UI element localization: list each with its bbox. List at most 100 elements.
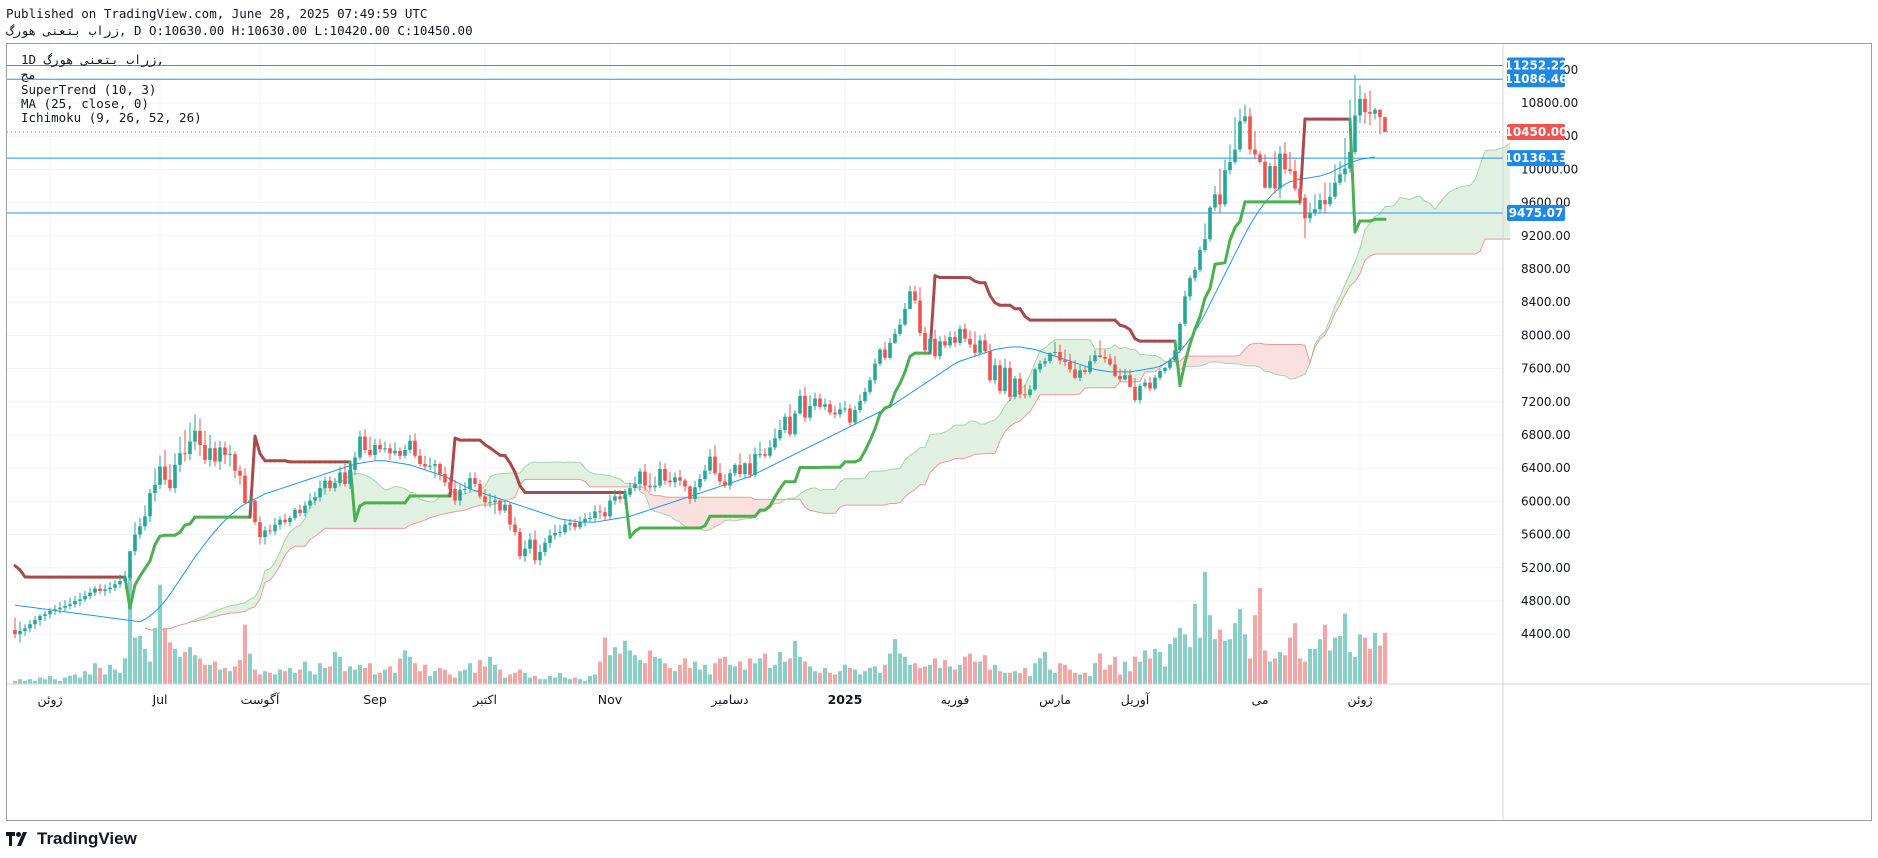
volume-bar bbox=[298, 669, 302, 684]
volume-bar bbox=[993, 664, 997, 684]
candle-body bbox=[923, 332, 927, 351]
candle-body bbox=[838, 409, 842, 415]
candle-body bbox=[143, 516, 147, 527]
candle-body bbox=[78, 599, 82, 601]
candle-body bbox=[858, 400, 862, 411]
candle-body bbox=[1163, 367, 1167, 372]
volume-bar bbox=[303, 661, 307, 684]
volume-bar bbox=[1273, 658, 1277, 684]
x-tick-label: اکتبر bbox=[472, 692, 497, 708]
tradingview-logo[interactable]: TradingView bbox=[6, 828, 137, 850]
cloud-segment bbox=[330, 481, 335, 529]
volume-bar bbox=[988, 669, 992, 684]
volume-bar bbox=[693, 661, 697, 684]
volume-bar bbox=[43, 679, 47, 684]
hline-badge-label: 11086.46 bbox=[1504, 72, 1567, 86]
volume-bar bbox=[103, 674, 107, 684]
cloud-segment bbox=[1285, 344, 1290, 379]
volume-bar bbox=[418, 671, 422, 684]
volume-bar bbox=[108, 664, 112, 684]
candle-body bbox=[98, 588, 102, 592]
volume-bar bbox=[488, 656, 492, 684]
cloud-segment bbox=[880, 470, 885, 506]
candle-body bbox=[728, 473, 732, 486]
candle-body bbox=[1368, 112, 1372, 114]
candle-body bbox=[958, 328, 962, 343]
volume-bar bbox=[1103, 669, 1107, 684]
candle-body bbox=[248, 500, 252, 504]
chart-frame[interactable]: 4400.00 4800.00 5200.00 5600.00 6000.00 6400.… bbox=[6, 43, 1872, 821]
candle-body bbox=[1373, 109, 1377, 114]
candle-body bbox=[388, 448, 392, 454]
volume-bar bbox=[753, 663, 757, 684]
supertrend-segment bbox=[893, 381, 902, 395]
y-tick-label: 6800.00 bbox=[1521, 428, 1571, 442]
candle-body bbox=[1383, 117, 1387, 133]
y-tick-label: 4800.00 bbox=[1521, 594, 1571, 608]
cloud-segment bbox=[1440, 196, 1445, 255]
volume-bar bbox=[1353, 656, 1357, 684]
candle-body bbox=[108, 587, 112, 590]
cloud-segment bbox=[1465, 185, 1470, 255]
candle-body bbox=[58, 607, 62, 610]
candle-body bbox=[1133, 386, 1137, 401]
volume-bar bbox=[538, 679, 542, 684]
volume-bar bbox=[1338, 636, 1342, 684]
candle-body bbox=[1188, 278, 1192, 297]
candle-body bbox=[963, 328, 967, 339]
legend-ichimoku[interactable]: Ichimoku (9, 26, 52, 26) bbox=[21, 110, 202, 125]
candle-body bbox=[598, 511, 602, 513]
candle-body bbox=[423, 464, 427, 467]
cloud-segment bbox=[720, 497, 725, 525]
volume-bar bbox=[978, 661, 982, 684]
candle-body bbox=[438, 464, 442, 475]
volume-bar bbox=[543, 679, 547, 684]
cloud-segment bbox=[940, 431, 945, 464]
candle-body bbox=[83, 596, 87, 600]
cloud-segment bbox=[380, 485, 385, 529]
cloud-segment bbox=[975, 421, 980, 455]
supertrend-segment bbox=[148, 543, 157, 563]
candle-body bbox=[293, 509, 297, 518]
cloud-segment bbox=[990, 419, 995, 454]
legend-ma[interactable]: MA (25, close, 0) bbox=[21, 96, 149, 111]
candle-body bbox=[413, 440, 417, 456]
candle-body bbox=[153, 484, 157, 494]
candle-body bbox=[238, 470, 242, 476]
candle-body bbox=[1238, 121, 1242, 150]
volume-bar bbox=[858, 674, 862, 684]
cloud-segment bbox=[360, 473, 365, 529]
volume-bar bbox=[548, 676, 552, 684]
volume-bar bbox=[28, 679, 32, 684]
candle-body bbox=[978, 340, 982, 353]
legend-supertrend[interactable]: SuperTrend (10, 3) bbox=[21, 82, 156, 97]
candle-body bbox=[18, 630, 22, 635]
candle-body bbox=[678, 477, 682, 481]
volume-bar bbox=[213, 661, 217, 684]
candle-body bbox=[453, 488, 457, 501]
x-tick-label: Sep bbox=[363, 692, 387, 707]
legend-symbol[interactable]: 1D زراب بتعنی هورگ, bbox=[21, 52, 164, 67]
volume-bar bbox=[1363, 637, 1367, 684]
candle-body bbox=[1008, 367, 1012, 397]
candle-body bbox=[1243, 116, 1247, 122]
cloud-segment bbox=[1430, 203, 1435, 255]
candle-body bbox=[303, 505, 307, 514]
cloud-segment bbox=[545, 462, 550, 480]
volume-bar bbox=[1258, 588, 1262, 684]
candle-body bbox=[1103, 356, 1107, 359]
supertrend-segment bbox=[793, 465, 802, 484]
supertrend-segment bbox=[1128, 328, 1137, 341]
candle-body bbox=[533, 539, 537, 561]
volume-bar bbox=[553, 677, 557, 684]
volume-bar bbox=[948, 666, 952, 684]
volume-bar bbox=[513, 672, 517, 684]
volume-bar bbox=[718, 658, 722, 684]
volume-bar bbox=[943, 660, 947, 684]
candle-body bbox=[1328, 196, 1332, 205]
y-tick-label: 4400.00 bbox=[1521, 627, 1571, 641]
price-chart[interactable]: 4400.00 4800.00 5200.00 5600.00 6000.00 6400.… bbox=[7, 44, 1871, 820]
candle-body bbox=[993, 365, 997, 381]
cloud-segment bbox=[860, 477, 865, 506]
cloud-segment bbox=[845, 478, 850, 506]
